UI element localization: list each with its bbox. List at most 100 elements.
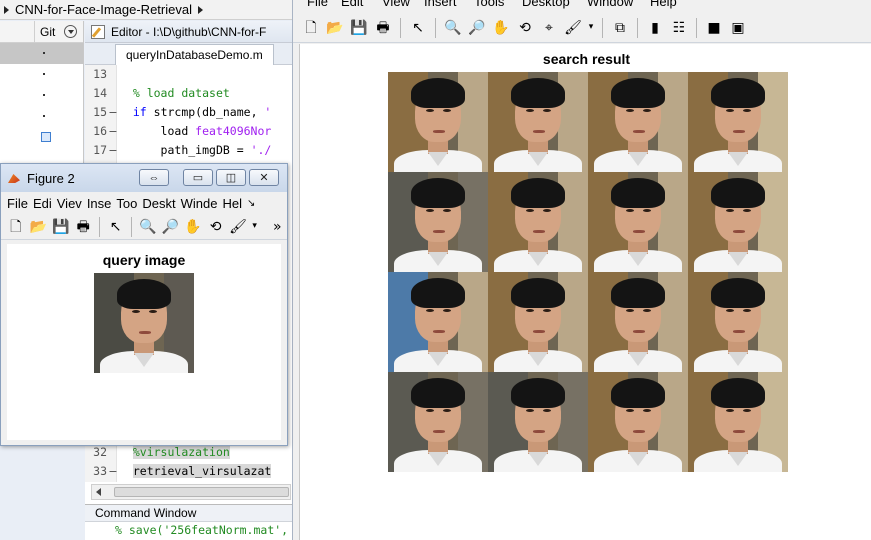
colorbar-icon[interactable]: ▮ bbox=[645, 18, 665, 38]
menu-tools[interactable]: Tools bbox=[474, 0, 504, 9]
toolbar-separator bbox=[400, 17, 401, 38]
result-face-image[interactable] bbox=[488, 272, 588, 372]
menu-help[interactable]: Help bbox=[650, 0, 677, 9]
editor-horizontal-scrollbar[interactable] bbox=[91, 484, 291, 500]
command-line[interactable]: % save('256featNorm.mat', bbox=[85, 522, 292, 539]
pan-hand-icon[interactable]: ✋ bbox=[183, 217, 202, 237]
tab-queryindatabasedemo[interactable]: queryInDatabaseDemo.m bbox=[115, 44, 274, 65]
scroll-left-icon[interactable] bbox=[96, 488, 101, 496]
zoom-out-icon[interactable]: 🔎 bbox=[467, 18, 487, 38]
result-face-image[interactable] bbox=[588, 172, 688, 272]
result-face-image[interactable] bbox=[488, 172, 588, 272]
menu-overflow-icon[interactable]: ↘ bbox=[247, 198, 255, 209]
breakpoint-marker[interactable]: – bbox=[107, 122, 119, 141]
menu-desktop[interactable]: Deskt bbox=[142, 196, 175, 211]
select-arrow-icon[interactable]: ↖ bbox=[106, 217, 125, 237]
show-plot-tools-icon[interactable]: ▣ bbox=[728, 18, 748, 38]
figure-search-result-window: File Edit View Insert Tools Desktop Wind… bbox=[292, 0, 871, 540]
scrollbar-thumb[interactable] bbox=[114, 487, 289, 497]
zoom-in-icon[interactable]: 🔍 bbox=[138, 217, 157, 237]
breadcrumb-project[interactable]: CNN-for-Face-Image-Retrieval bbox=[15, 2, 192, 17]
file-row[interactable] bbox=[0, 127, 83, 148]
result-face-image[interactable] bbox=[388, 72, 488, 172]
brush-dropdown-icon[interactable]: ▾ bbox=[587, 18, 595, 38]
undock-button[interactable]: ⇔ bbox=[139, 169, 169, 186]
result-face-image[interactable] bbox=[688, 172, 788, 272]
file-row[interactable] bbox=[0, 43, 83, 64]
menu-view[interactable]: Viev bbox=[57, 196, 82, 211]
result-face-image[interactable] bbox=[688, 272, 788, 372]
file-row[interactable] bbox=[0, 64, 83, 85]
result-face-image[interactable] bbox=[488, 72, 588, 172]
open-file-icon[interactable]: 📂 bbox=[325, 18, 345, 38]
brush-icon[interactable]: 🖌 bbox=[563, 18, 583, 38]
chevron-right-icon[interactable] bbox=[4, 5, 9, 14]
chevron-right-icon[interactable] bbox=[197, 5, 203, 14]
menu-window[interactable]: Winde bbox=[181, 196, 218, 211]
toolbar-overflow-icon[interactable]: » bbox=[268, 217, 287, 237]
menu-file[interactable]: File bbox=[307, 0, 328, 9]
breakpoint-marker[interactable]: – bbox=[107, 141, 119, 160]
pan-hand-icon[interactable]: ✋ bbox=[491, 18, 511, 38]
maximize-button[interactable]: ◫ bbox=[216, 169, 246, 186]
line-number: 15 bbox=[93, 105, 107, 119]
code-line[interactable]: 13 bbox=[85, 65, 292, 84]
menu-help[interactable]: Hel bbox=[222, 196, 242, 211]
code-line[interactable]: 15– if strcmp(db_name, ' bbox=[85, 103, 292, 122]
select-arrow-icon[interactable]: ↖ bbox=[408, 18, 428, 38]
menu-tools[interactable]: Too bbox=[116, 196, 137, 211]
code-line[interactable]: 17– path_imgDB = './ bbox=[85, 141, 292, 160]
column-divider[interactable] bbox=[34, 21, 35, 43]
menu-desktop[interactable]: Desktop bbox=[522, 0, 570, 9]
result-face-image[interactable] bbox=[388, 372, 488, 472]
menu-window[interactable]: Window bbox=[587, 0, 633, 9]
zoom-in-icon[interactable]: 🔍 bbox=[443, 18, 463, 38]
result-face-image[interactable] bbox=[688, 72, 788, 172]
panel-actions-icon[interactable] bbox=[64, 25, 77, 38]
new-figure-icon[interactable]: 🗋 bbox=[301, 18, 321, 38]
folder-panel-header: Git bbox=[0, 21, 83, 43]
file-row[interactable] bbox=[0, 106, 83, 127]
result-face-image[interactable] bbox=[588, 272, 688, 372]
print-icon[interactable]: 🖶 bbox=[73, 217, 92, 237]
menu-view[interactable]: View bbox=[382, 0, 410, 9]
hide-plot-tools-icon[interactable]: ■ bbox=[704, 18, 724, 38]
git-column-header[interactable]: Git bbox=[40, 25, 55, 39]
result-face-image[interactable] bbox=[388, 172, 488, 272]
result-face-image[interactable] bbox=[588, 372, 688, 472]
link-plot-icon[interactable]: ⧉ bbox=[610, 18, 630, 38]
result-face-image[interactable] bbox=[588, 72, 688, 172]
brush-dropdown-icon[interactable]: ▾ bbox=[251, 217, 259, 237]
new-figure-icon[interactable]: 🗋 bbox=[6, 217, 25, 237]
print-icon[interactable]: 🖶 bbox=[373, 18, 393, 38]
brush-icon[interactable]: 🖌 bbox=[228, 217, 247, 237]
query-face-image[interactable] bbox=[94, 273, 194, 373]
toolbar-separator bbox=[131, 216, 133, 237]
code-line[interactable]: 33– retrieval_virsulazat bbox=[85, 462, 292, 481]
menu-edit[interactable]: Edit bbox=[341, 0, 363, 9]
menu-edit[interactable]: Edi bbox=[33, 196, 52, 211]
figure-2-menu-bar: File Edi Viev Inse Too Deskt Winde Hel ↘ bbox=[1, 192, 287, 214]
file-row[interactable] bbox=[0, 85, 83, 106]
code-line[interactable]: 14 % load dataset bbox=[85, 84, 292, 103]
code-line[interactable]: 16– load feat4096Nor bbox=[85, 122, 292, 141]
result-face-image[interactable] bbox=[388, 272, 488, 372]
legend-icon[interactable]: ☷ bbox=[669, 18, 689, 38]
close-button[interactable]: ✕ bbox=[249, 169, 279, 186]
save-icon[interactable]: 💾 bbox=[51, 217, 70, 237]
menu-insert[interactable]: Inse bbox=[87, 196, 112, 211]
command-window-title[interactable]: Command Window bbox=[85, 505, 292, 522]
rotate-3d-icon[interactable]: ⟲ bbox=[515, 18, 535, 38]
menu-file[interactable]: File bbox=[7, 196, 28, 211]
breakpoint-marker[interactable]: – bbox=[107, 103, 119, 122]
result-face-image[interactable] bbox=[488, 372, 588, 472]
open-file-icon[interactable]: 📂 bbox=[28, 217, 47, 237]
result-face-image[interactable] bbox=[688, 372, 788, 472]
breakpoint-marker[interactable]: – bbox=[107, 462, 119, 481]
save-icon[interactable]: 💾 bbox=[349, 18, 369, 38]
zoom-out-icon[interactable]: 🔎 bbox=[161, 217, 180, 237]
rotate-3d-icon[interactable]: ⟲ bbox=[206, 217, 225, 237]
minimize-button[interactable]: ▭ bbox=[183, 169, 213, 186]
data-cursor-icon[interactable]: ⌖ bbox=[539, 18, 559, 38]
menu-insert[interactable]: Insert bbox=[424, 0, 457, 9]
